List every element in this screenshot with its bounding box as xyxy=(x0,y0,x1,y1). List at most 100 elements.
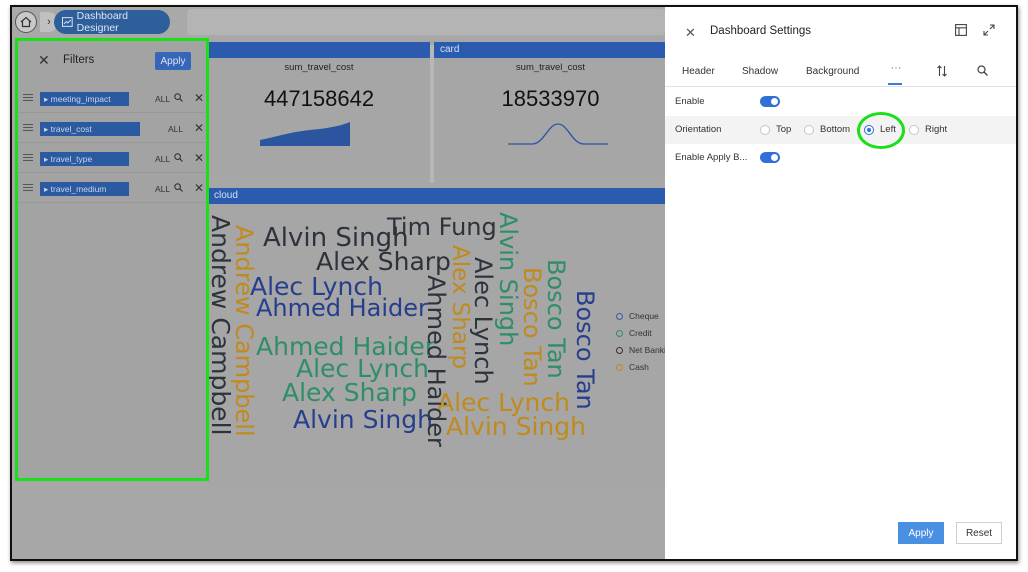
orientation-setting-row: Orientation Top Bottom Left Right xyxy=(665,116,1016,144)
drag-handle-icon[interactable] xyxy=(23,154,33,163)
card-2[interactable]: sum_travel_cost 18533970 xyxy=(434,58,667,176)
active-tab-indicator xyxy=(888,83,902,85)
cloud-word: Tim Fung xyxy=(387,213,497,241)
cloud-word: Ahmed Haider xyxy=(256,294,428,322)
remove-filter-icon[interactable]: ✕ xyxy=(194,151,204,165)
orientation-right-label: Right xyxy=(925,124,948,135)
reset-button[interactable]: Reset xyxy=(956,522,1002,544)
card-1[interactable]: sum_travel_cost 447158642 xyxy=(208,58,430,176)
card-2-title: sum_travel_cost xyxy=(515,62,586,73)
enable-apply-button-row: Enable Apply B... xyxy=(665,144,1016,172)
enable-setting-row: Enable xyxy=(665,88,1016,116)
filter-name: meeting_impact xyxy=(50,94,111,104)
drag-handle-icon[interactable] xyxy=(23,94,33,103)
cloud-word: Alex Sharp xyxy=(316,247,451,276)
filter-name: travel_medium xyxy=(50,184,107,194)
close-icon[interactable]: ✕ xyxy=(38,52,50,69)
filters-title: Filters xyxy=(63,54,95,66)
enable-apply-label: Enable Apply B... xyxy=(675,152,748,163)
card-1-header[interactable] xyxy=(208,42,430,58)
legend-item[interactable]: Cash xyxy=(616,362,649,372)
sort-icon[interactable] xyxy=(936,65,948,77)
filter-all-label[interactable]: ALL xyxy=(168,124,183,134)
remove-filter-icon[interactable]: ✕ xyxy=(194,181,204,195)
radio-circle xyxy=(804,124,814,135)
card-1-title: sum_travel_cost xyxy=(284,62,354,73)
cloud-word: Alex Sharp xyxy=(282,378,417,407)
filter-name: travel_type xyxy=(50,154,93,164)
filter-all-label[interactable]: ALL xyxy=(155,154,170,164)
legend-item[interactable]: Net Banki xyxy=(616,345,666,355)
filter-chip[interactable]: ▸ meeting_impact xyxy=(40,92,129,106)
orientation-bottom-radio[interactable]: Bottom xyxy=(804,124,850,135)
filter-row-travel-type: ▸ travel_type ALL ✕ xyxy=(18,145,206,173)
filters-header: ✕ Filters Apply xyxy=(18,41,206,79)
legend-item[interactable]: Credit xyxy=(616,328,652,338)
enable-apply-toggle[interactable] xyxy=(760,152,780,163)
legend-marker xyxy=(616,346,623,354)
expand-icon[interactable] xyxy=(983,24,995,36)
dashboard-settings-panel: ✕ Dashboard Settings Header Shadow Backg… xyxy=(665,7,1016,559)
breadcrumb-dashboard-designer[interactable]: Dashboard Designer xyxy=(54,10,170,34)
tab-shadow[interactable]: Shadow xyxy=(742,66,778,77)
enable-toggle[interactable] xyxy=(760,96,780,107)
card-2-value: 18533970 xyxy=(501,86,600,111)
filters-apply-button[interactable]: Apply xyxy=(155,52,191,70)
cloud-word: Bosco Tan xyxy=(571,290,599,410)
orientation-top-radio[interactable]: Top xyxy=(760,124,791,135)
search-icon[interactable] xyxy=(174,153,183,162)
tab-more[interactable]: ··· xyxy=(889,62,903,74)
cloud-word: Alec Lynch xyxy=(469,257,497,385)
card-2-sparkline xyxy=(508,123,608,145)
tab-background[interactable]: Background xyxy=(806,66,859,77)
card-1-value: 447158642 xyxy=(263,86,375,111)
wordcloud-header[interactable]: cloud xyxy=(208,188,667,204)
cloud-word: Alvin Singh xyxy=(446,412,586,441)
cloud-word: Ahmed Haider xyxy=(422,275,450,447)
drag-handle-icon[interactable] xyxy=(23,184,33,193)
cloud-word: Alex Sharp xyxy=(447,245,473,370)
search-icon[interactable] xyxy=(977,65,988,76)
filter-all-label[interactable]: ALL xyxy=(155,184,170,194)
home-button[interactable] xyxy=(15,11,37,33)
layout-icon[interactable] xyxy=(955,24,967,36)
radio-circle xyxy=(760,124,770,135)
toolbar-strip xyxy=(187,9,665,35)
remove-filter-icon[interactable]: ✕ xyxy=(194,121,204,135)
legend-marker xyxy=(616,329,623,337)
orientation-right-radio[interactable]: Right xyxy=(909,124,947,135)
filter-chip[interactable]: ▸ travel_type xyxy=(40,152,129,166)
home-icon xyxy=(20,16,32,28)
orientation-bottom-label: Bottom xyxy=(820,124,851,135)
close-icon[interactable]: ✕ xyxy=(685,25,696,41)
legend-label: Credit xyxy=(629,328,652,338)
filters-panel: ✕ Filters Apply ▸ meeting_impact ALL ✕ ▸… xyxy=(15,38,209,481)
settings-tabs: Header Shadow Background ··· xyxy=(665,57,1016,87)
search-icon[interactable] xyxy=(174,183,183,192)
filter-chip[interactable]: ▸ travel_cost xyxy=(40,122,140,136)
legend-marker xyxy=(616,363,623,371)
cloud-word: Bosco Tan xyxy=(542,259,570,379)
card-2-header[interactable]: card xyxy=(434,42,667,58)
cloud-word: Alvin Singh xyxy=(293,405,433,434)
legend-label: Net Banki xyxy=(629,345,666,355)
cloud-word: Alvin Singh xyxy=(494,212,522,347)
legend-item[interactable]: Cheque xyxy=(616,311,659,321)
cloud-word: Andrew Campbell xyxy=(230,225,258,437)
top-navigation-bar: › Dashboard Designer xyxy=(12,7,667,37)
remove-filter-icon[interactable]: ✕ xyxy=(194,91,204,105)
enable-label: Enable xyxy=(675,96,705,107)
legend-label: Cash xyxy=(629,362,649,372)
orientation-label: Orientation xyxy=(675,124,722,135)
drag-handle-icon[interactable] xyxy=(23,124,33,133)
filter-all-label[interactable]: ALL xyxy=(155,94,170,104)
cloud-word: Bosco Tan xyxy=(518,267,546,387)
tab-header[interactable]: Header xyxy=(682,66,715,77)
app-window: › Dashboard Designer sum_travel_cost 447… xyxy=(10,5,1018,561)
legend-marker xyxy=(616,312,623,320)
filter-chip[interactable]: ▸ travel_medium xyxy=(40,182,129,196)
apply-button[interactable]: Apply xyxy=(898,522,944,544)
search-icon[interactable] xyxy=(174,93,183,102)
radio-circle xyxy=(909,124,919,135)
filter-row-meeting-impact: ▸ meeting_impact ALL ✕ xyxy=(18,85,206,113)
